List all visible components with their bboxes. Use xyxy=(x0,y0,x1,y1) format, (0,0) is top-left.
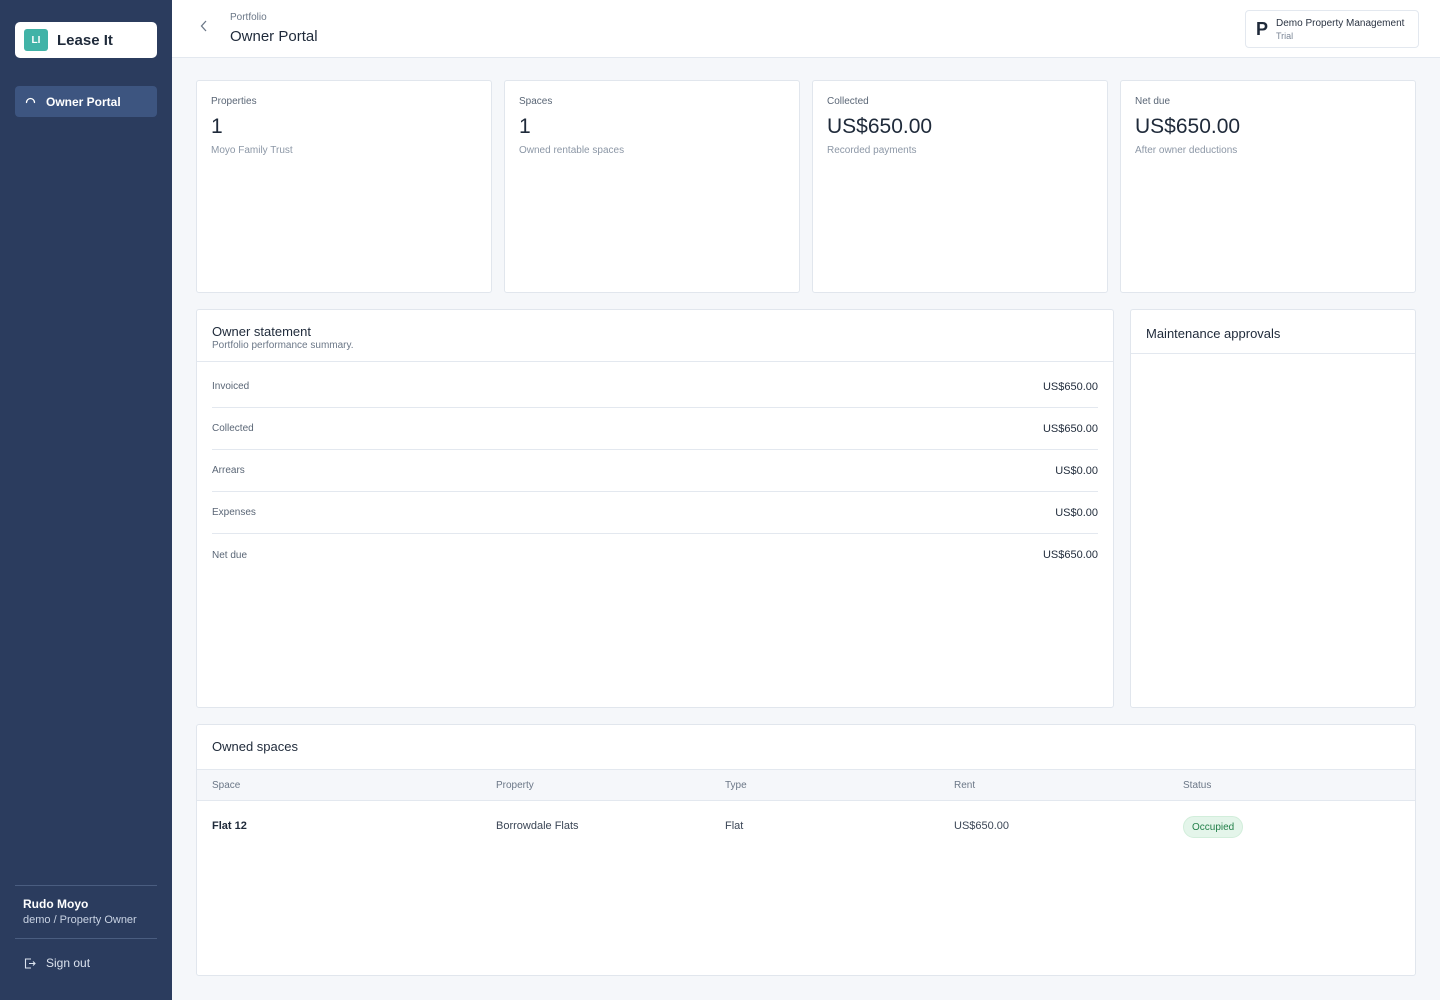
top-header: Portfolio Owner Portal P Demo Property M… xyxy=(172,0,1440,58)
back-button[interactable] xyxy=(196,19,212,37)
stat-subtitle: Recorded payments xyxy=(827,145,917,156)
column-header-property[interactable]: Property xyxy=(496,780,534,791)
stat-label: Net due xyxy=(1135,96,1171,107)
stat-subtitle: Moyo Family Trust xyxy=(211,145,293,156)
panel-title: Owned spaces xyxy=(212,739,298,754)
sign-out-button[interactable]: Sign out xyxy=(23,956,90,970)
maintenance-approvals-panel: Maintenance approvals xyxy=(1130,309,1416,708)
stat-card-properties: Properties 1 Moyo Family Trust xyxy=(196,80,492,293)
panel-divider xyxy=(197,361,1113,362)
logout-icon xyxy=(23,957,36,970)
chevron-left-icon xyxy=(200,19,208,37)
stat-card-collected: Collected US$650.00 Recorded payments xyxy=(812,80,1108,293)
org-avatar: P xyxy=(1256,18,1269,39)
table-header: Space Property Type Rent Status xyxy=(197,769,1415,801)
org-name: Demo Property Management xyxy=(1276,17,1405,29)
stat-value: 1 xyxy=(211,115,223,138)
panel-title: Owner statement xyxy=(212,324,311,339)
owned-spaces-panel: Owned spaces Space Property Type Rent St… xyxy=(196,724,1416,976)
user-name: Rudo Moyo xyxy=(23,897,89,911)
user-role: demo / Property Owner xyxy=(23,914,137,926)
statement-label: Invoiced xyxy=(212,381,250,392)
org-plan: Trial xyxy=(1276,30,1294,41)
statement-value: US$0.00 xyxy=(1055,464,1098,477)
statement-label: Collected xyxy=(212,423,254,434)
organization-switcher[interactable]: P Demo Property Management Trial xyxy=(1245,10,1419,48)
brand-name: Lease It xyxy=(57,31,113,49)
column-header-rent[interactable]: Rent xyxy=(954,780,975,791)
statement-row-net-due: Net due US$650.00 xyxy=(212,534,1098,576)
stat-value: US$650.00 xyxy=(827,115,933,138)
statement-label: Net due xyxy=(212,549,248,561)
statement-value: US$0.00 xyxy=(1055,506,1098,519)
statement-value: US$650.00 xyxy=(1042,549,1098,561)
sidebar-divider xyxy=(15,885,157,886)
status-badge: Occupied xyxy=(1183,816,1244,838)
column-header-space[interactable]: Space xyxy=(212,780,240,791)
panel-title: Maintenance approvals xyxy=(1146,326,1281,341)
statement-row-arrears: Arrears US$0.00 xyxy=(212,450,1098,492)
spinner-icon xyxy=(25,96,36,107)
stat-subtitle: After owner deductions xyxy=(1135,145,1238,156)
cell-type: Flat xyxy=(725,820,744,832)
statement-row-collected: Collected US$650.00 xyxy=(212,408,1098,450)
statement-label: Arrears xyxy=(212,465,245,476)
stat-card-spaces: Spaces 1 Owned rentable spaces xyxy=(504,80,800,293)
stat-card-net-due: Net due US$650.00 After owner deductions xyxy=(1120,80,1416,293)
statement-row-expenses: Expenses US$0.00 xyxy=(212,492,1098,534)
stat-value: 1 xyxy=(519,115,531,138)
cell-rent: US$650.00 xyxy=(954,820,1010,832)
panel-subtitle: Portfolio performance summary. xyxy=(212,340,354,351)
stat-label: Spaces xyxy=(519,96,553,107)
column-header-status[interactable]: Status xyxy=(1183,780,1211,791)
column-header-type[interactable]: Type xyxy=(725,780,747,791)
sidebar-item-label: Owner Portal xyxy=(46,94,121,109)
panel-divider xyxy=(1131,353,1415,354)
statement-label: Expenses xyxy=(212,507,256,518)
brand-logo[interactable]: LI Lease It xyxy=(15,22,157,58)
stat-label: Properties xyxy=(211,96,257,107)
stat-label: Collected xyxy=(827,96,869,107)
page-title: Owner Portal xyxy=(230,28,318,45)
brand-logo-mark: LI xyxy=(24,29,48,51)
sidebar: LI Lease It Owner Portal Rudo Moyo demo … xyxy=(0,0,172,1000)
cell-property: Borrowdale Flats xyxy=(496,820,579,832)
sidebar-item-owner-portal[interactable]: Owner Portal xyxy=(15,86,157,117)
statement-value: US$650.00 xyxy=(1042,380,1098,393)
stat-value: US$650.00 xyxy=(1135,115,1241,138)
breadcrumb[interactable]: Portfolio xyxy=(230,12,267,23)
sidebar-divider xyxy=(15,938,157,939)
stat-subtitle: Owned rentable spaces xyxy=(519,145,625,156)
statement-value: US$650.00 xyxy=(1042,422,1098,435)
sign-out-label: Sign out xyxy=(46,956,91,970)
statement-row-invoiced: Invoiced US$650.00 xyxy=(212,366,1098,408)
owner-statement-panel: Owner statement Portfolio performance su… xyxy=(196,309,1114,708)
cell-space: Flat 12 xyxy=(212,820,247,832)
